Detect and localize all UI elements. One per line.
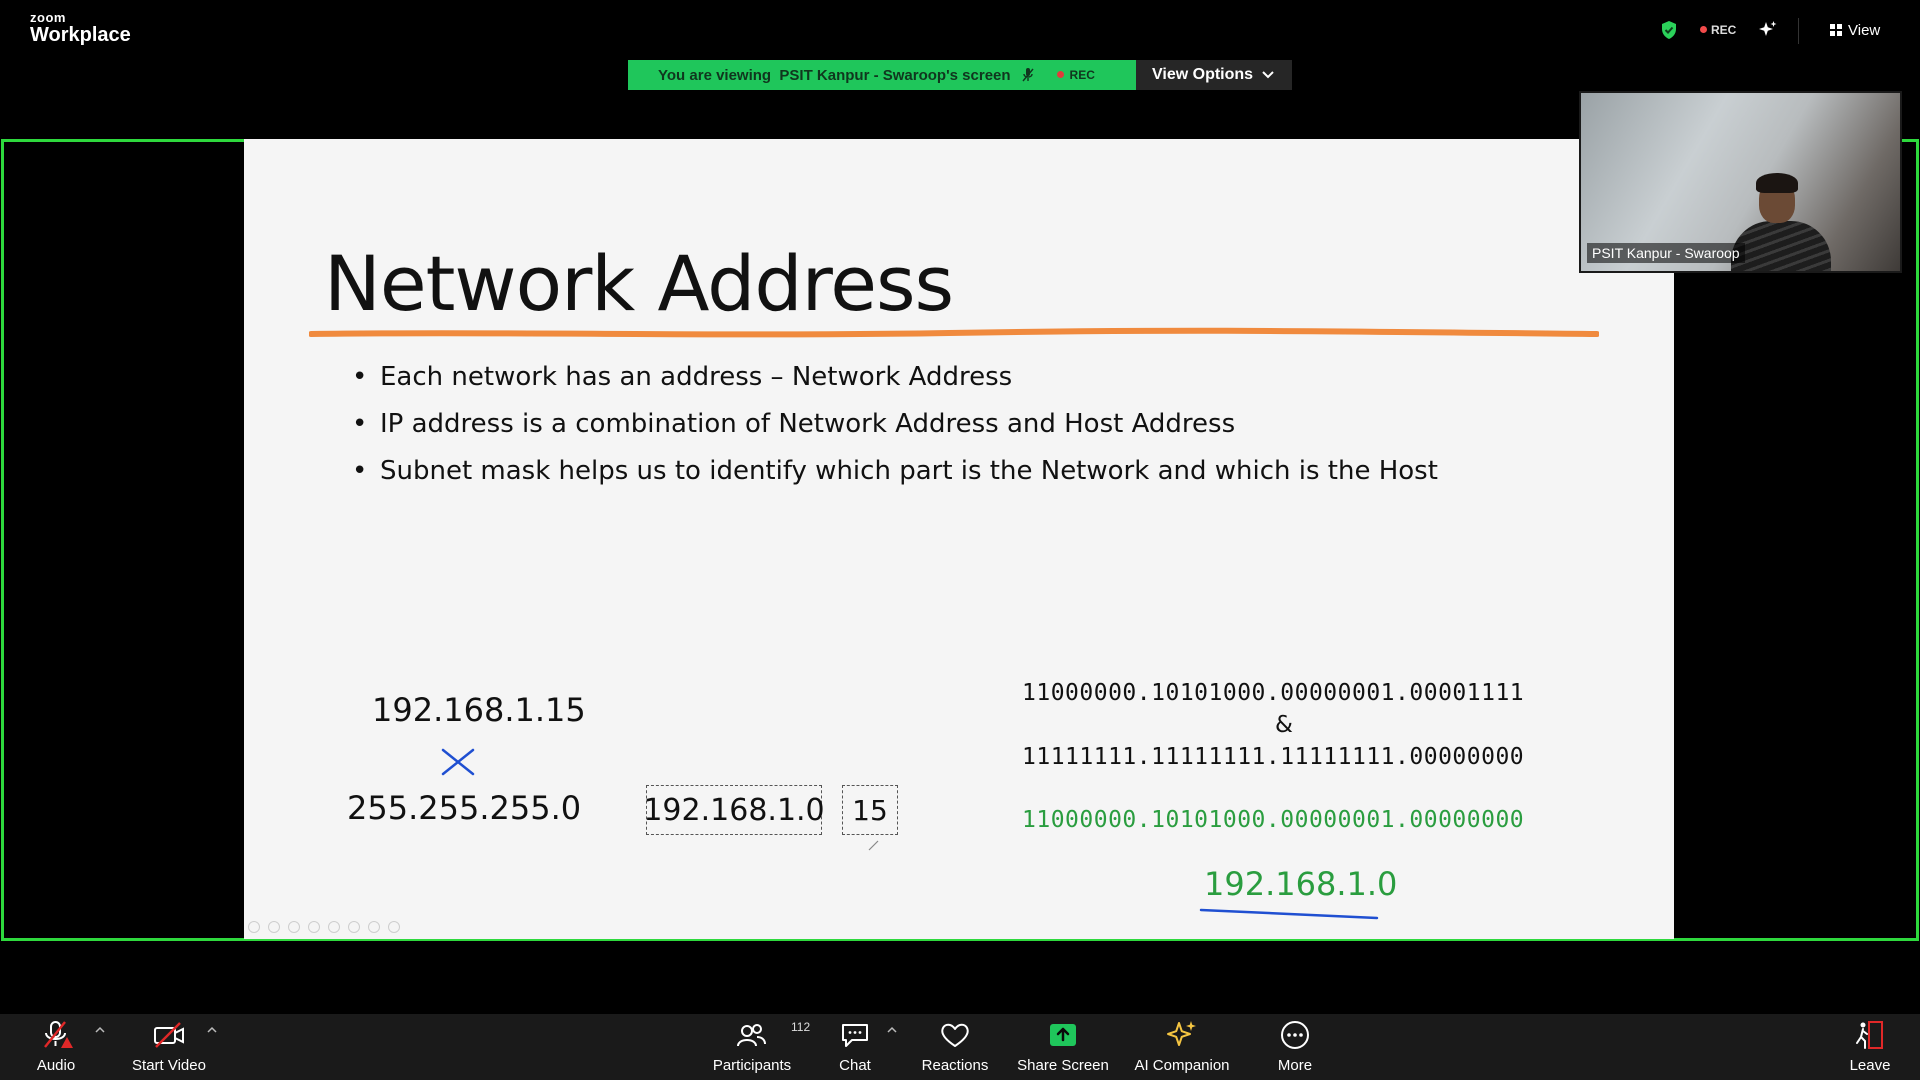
annot-tool-icon[interactable] — [348, 921, 360, 933]
annot-tool-icon[interactable] — [248, 921, 260, 933]
zoom-logo: zoom Workplace — [30, 11, 131, 45]
view-options-button[interactable]: View Options — [1136, 60, 1292, 90]
chevron-down-icon — [1262, 71, 1274, 79]
banner-recording: REC — [1056, 68, 1095, 82]
person-figure — [1756, 173, 1798, 193]
ai-sparkle-icon[interactable] — [1758, 20, 1778, 40]
annot-tool-icon[interactable] — [268, 921, 280, 933]
ai-companion-label: AI Companion — [1134, 1057, 1230, 1074]
participants-label: Participants — [712, 1057, 792, 1074]
presentation-slide: Network Address Each network has an addr… — [244, 139, 1674, 939]
subnet-mask-handwritten: 255.255.255.0 — [347, 789, 582, 827]
banner-rec-label: REC — [1069, 68, 1095, 82]
grid-icon — [1830, 24, 1842, 36]
audio-button[interactable]: Audio — [30, 1014, 82, 1080]
binary-ip: 11000000.10101000.00000001.00001111 — [1022, 680, 1525, 706]
chevron-up-icon[interactable] — [207, 1026, 217, 1034]
start-video-label: Start Video — [132, 1057, 206, 1074]
audio-label: Audio — [36, 1057, 76, 1074]
shield-icon[interactable] — [1660, 20, 1678, 40]
person-figure — [1731, 221, 1831, 271]
mic-muted-icon — [1022, 68, 1034, 82]
recording-indicator[interactable]: REC — [1700, 23, 1736, 37]
brand-big: Workplace — [30, 24, 131, 46]
chevron-up-icon[interactable] — [887, 1026, 897, 1034]
viewing-banner: You are viewing PSIT Kanpur - Swaroop's … — [628, 60, 1292, 90]
binary-mask: 11111111.11111111.11111111.00000000 — [1022, 744, 1525, 770]
chat-label: Chat — [839, 1057, 871, 1074]
top-bar: zoom Workplace REC View — [0, 0, 1920, 60]
view-button[interactable]: View — [1830, 22, 1880, 39]
more-button[interactable]: More — [1275, 1014, 1315, 1080]
chat-icon — [842, 1024, 868, 1047]
chevron-up-icon[interactable] — [95, 1026, 105, 1034]
title-underline-annotation — [309, 327, 1599, 338]
binary-result: 11000000.10101000.00000001.00000000 — [1022, 807, 1525, 833]
annot-tool-icon[interactable] — [288, 921, 300, 933]
bullet-item: Subnet mask helps us to identify which p… — [352, 448, 1438, 495]
mic-muted-icon — [44, 1021, 73, 1048]
participants-count: 112 — [791, 1020, 811, 1034]
bullet-item: Each network has an address – Network Ad… — [352, 354, 1438, 401]
bullet-list: Each network has an address – Network Ad… — [352, 354, 1438, 495]
ip-address-handwritten: 192.168.1.15 — [372, 691, 586, 729]
network-result-handwritten: 192.168.1.0 — [1204, 865, 1398, 903]
heart-icon — [941, 1023, 969, 1047]
slide-title: Network Address — [324, 239, 954, 328]
chat-button[interactable]: Chat — [835, 1014, 875, 1080]
more-icon — [1281, 1021, 1309, 1049]
rec-dot-icon — [1700, 26, 1707, 33]
leave-label: Leave — [1849, 1057, 1891, 1074]
start-video-button[interactable]: Start Video — [126, 1014, 212, 1080]
reactions-button[interactable]: Reactions — [920, 1014, 990, 1080]
annot-tool-icon[interactable] — [308, 921, 320, 933]
participants-button[interactable]: 112 Participants — [712, 1014, 810, 1080]
annot-tool-icon[interactable] — [328, 921, 340, 933]
result-underline-annotation — [1199, 908, 1379, 920]
leave-button[interactable]: Leave — [1848, 1014, 1892, 1080]
view-options-label: View Options — [1152, 66, 1254, 83]
ai-companion-button[interactable]: AI Companion — [1134, 1014, 1230, 1080]
ai-sparkle-icon — [1167, 1021, 1196, 1046]
host-address-box: 15 — [842, 785, 898, 835]
participant-video-tile[interactable]: PSIT Kanpur - Swaroop — [1579, 91, 1902, 273]
brand-small: zoom — [30, 10, 66, 25]
participant-name-label: PSIT Kanpur - Swaroop — [1587, 243, 1745, 263]
share-screen-label: Share Screen — [1017, 1057, 1109, 1074]
reactions-label: Reactions — [921, 1057, 989, 1074]
bullet-item: IP address is a combination of Network A… — [352, 401, 1438, 448]
viewing-text: You are viewing PSIT Kanpur - Swaroop's … — [658, 66, 1011, 84]
rec-dot-icon — [1056, 71, 1064, 78]
leave-door-icon — [1856, 1021, 1883, 1049]
binary-and-operator: & — [1275, 712, 1293, 738]
annot-tool-icon[interactable] — [388, 921, 400, 933]
annotation-toolbar[interactable] — [248, 921, 418, 933]
view-label: View — [1848, 22, 1881, 39]
topbar-divider — [1798, 18, 1799, 44]
viewing-status: You are viewing PSIT Kanpur - Swaroop's … — [628, 60, 1136, 90]
pencil-cursor-icon — [868, 840, 879, 851]
meeting-toolbar: Audio Start Video 112 Participants Chat … — [0, 1014, 1920, 1080]
video-off-icon — [154, 1022, 184, 1048]
share-screen-icon — [1050, 1024, 1076, 1046]
share-screen-button[interactable]: Share Screen — [1017, 1014, 1109, 1080]
rec-label: REC — [1711, 23, 1737, 37]
annot-tool-icon[interactable] — [368, 921, 380, 933]
multiply-cross-annotation — [441, 748, 475, 776]
more-label: More — [1277, 1057, 1313, 1074]
participants-icon — [737, 1024, 766, 1047]
network-address-box: 192.168.1.0 — [643, 785, 825, 835]
